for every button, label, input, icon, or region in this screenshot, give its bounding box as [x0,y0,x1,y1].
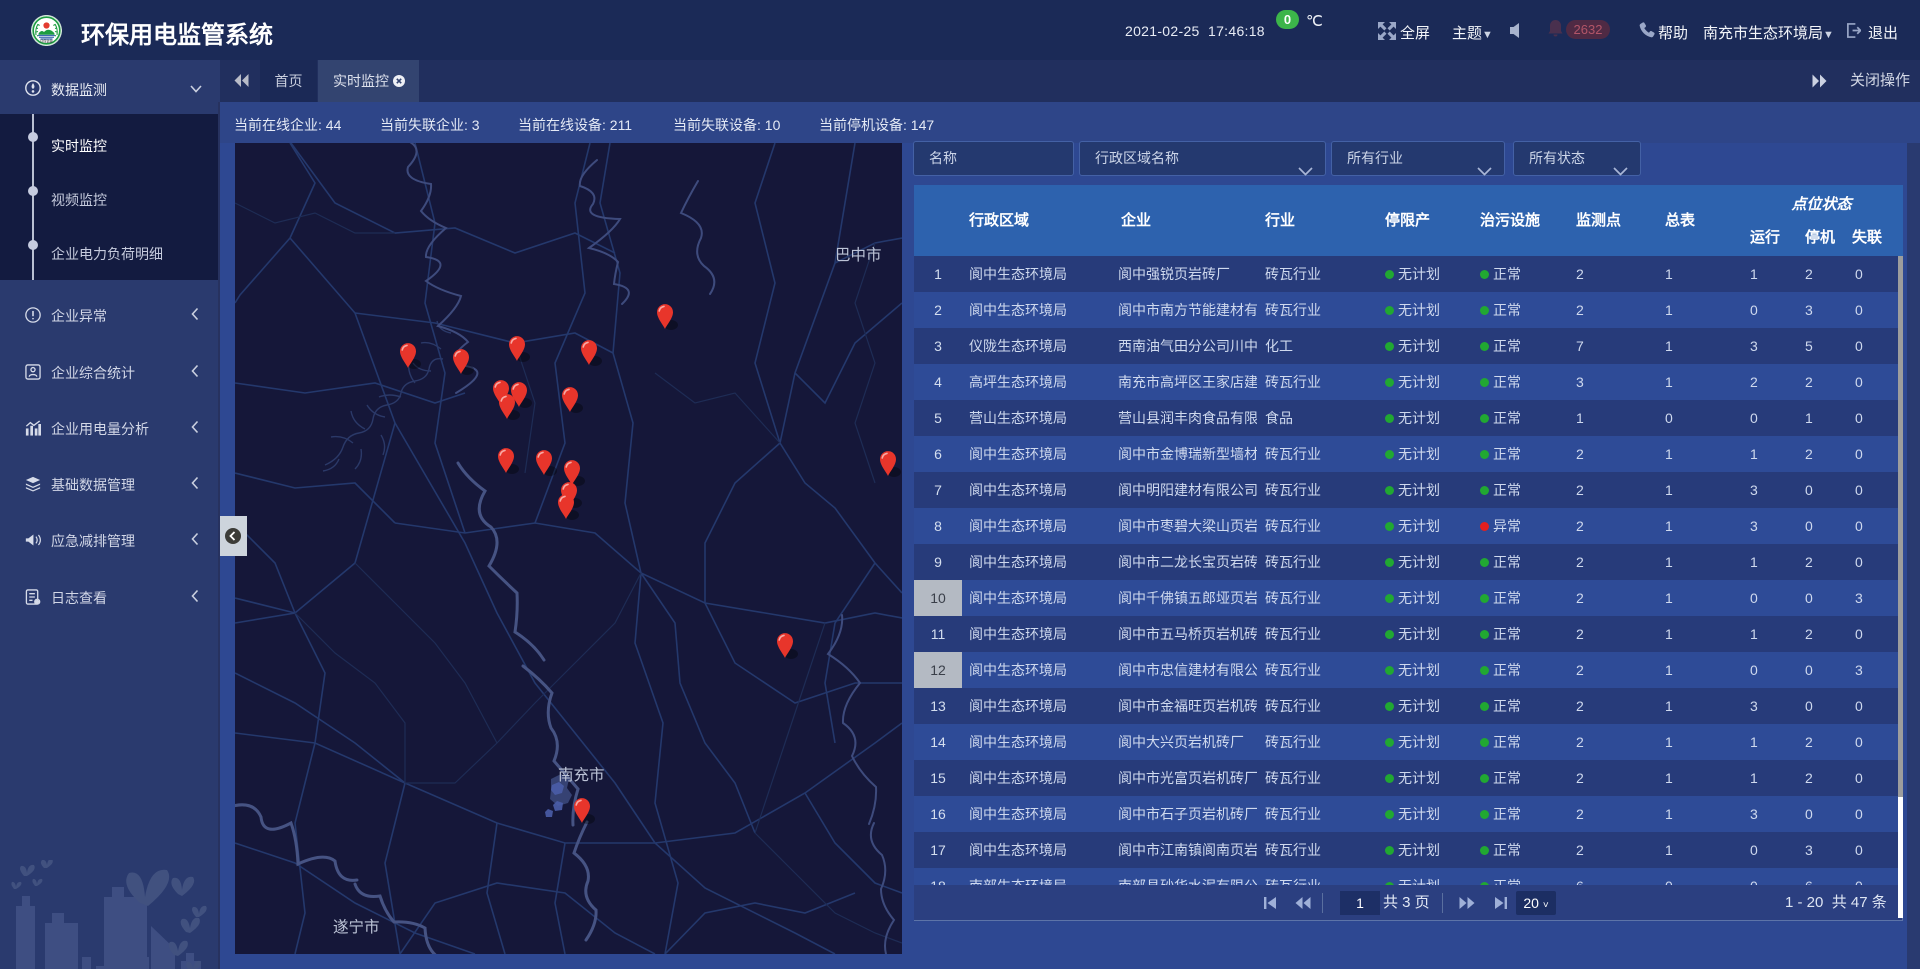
svg-text:南充市: 南充市 [558,766,605,784]
svg-text:环保监管: 环保监管 [40,39,53,44]
svg-text:遂宁市: 遂宁市 [333,918,380,936]
svg-text:巴中市: 巴中市 [835,246,882,264]
